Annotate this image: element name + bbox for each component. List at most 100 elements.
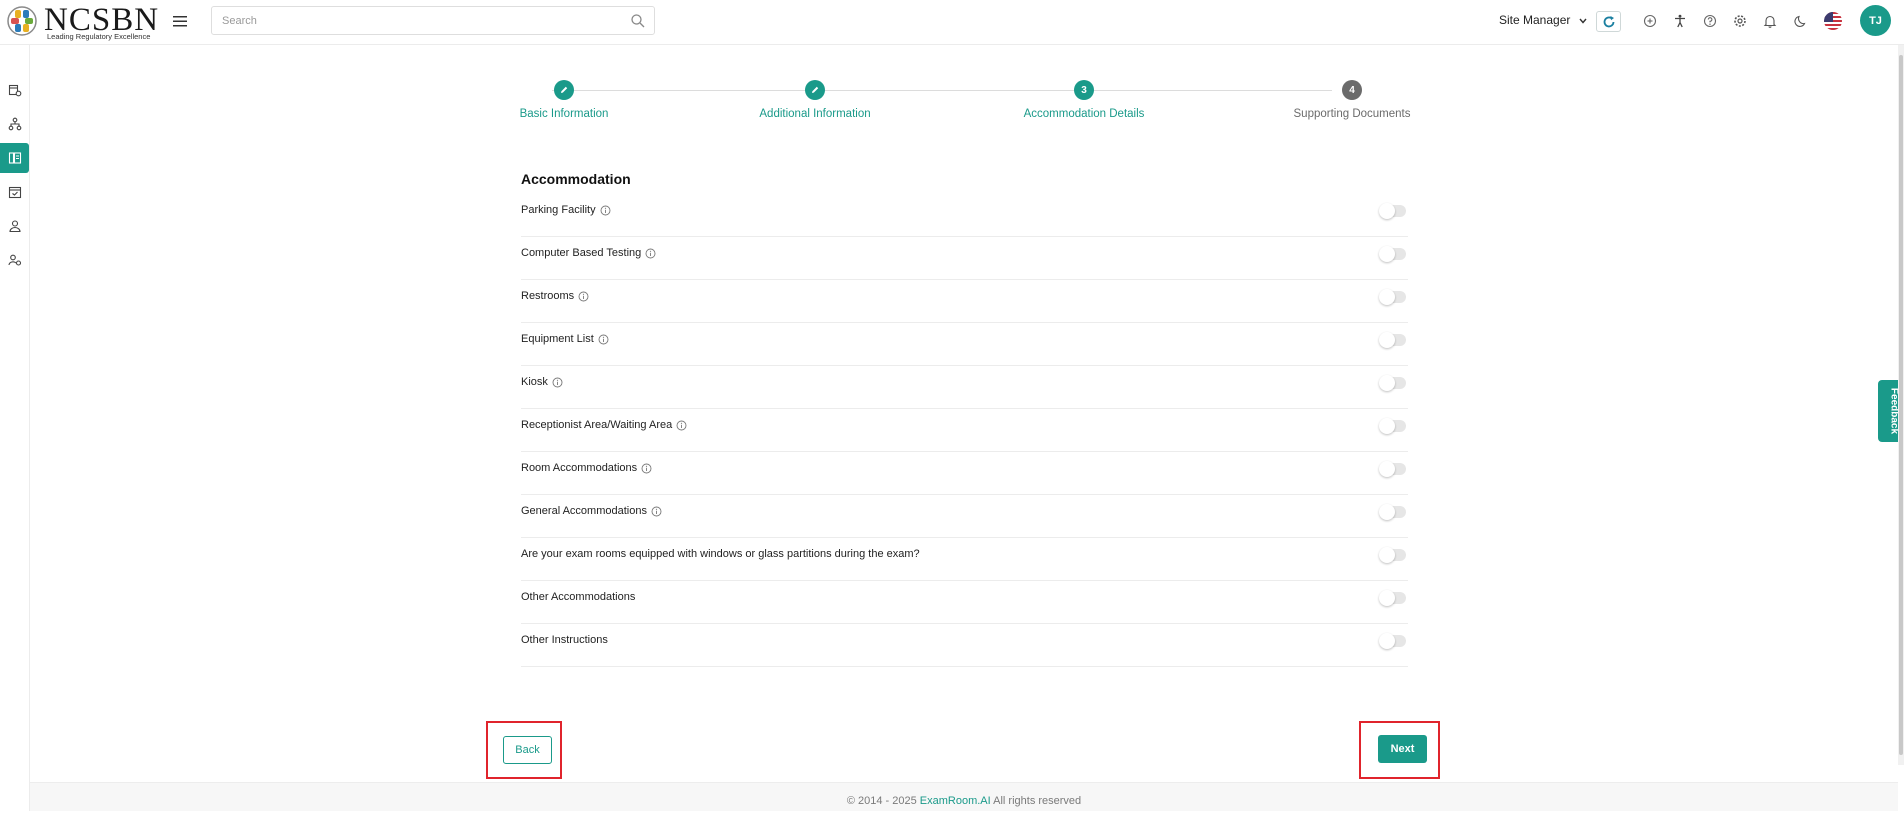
list-item: Equipment List bbox=[521, 323, 1408, 366]
scrollbar-thumb[interactable] bbox=[1899, 55, 1903, 755]
step-additional-information[interactable]: Additional Information bbox=[759, 80, 871, 120]
next-button[interactable]: Next bbox=[1378, 735, 1427, 763]
accommodation-label: Restrooms bbox=[521, 290, 589, 302]
accommodation-label: General Accommodations bbox=[521, 505, 662, 517]
logo-tagline: Leading Regulatory Excellence bbox=[47, 32, 151, 41]
info-icon[interactable] bbox=[676, 420, 687, 431]
pencil-icon bbox=[812, 86, 819, 93]
sidebar-item-hierarchy[interactable] bbox=[0, 109, 29, 139]
top-header: NCSBN Leading Regulatory Excellence Site… bbox=[0, 0, 1904, 45]
sidebar bbox=[0, 45, 30, 811]
computer-based-testing-toggle[interactable] bbox=[1379, 246, 1406, 262]
restrooms-toggle[interactable] bbox=[1379, 289, 1406, 305]
hamburger-menu-icon[interactable] bbox=[172, 13, 190, 29]
footer-brand-link[interactable]: ExamRoom.AI bbox=[920, 795, 991, 807]
info-icon[interactable] bbox=[641, 463, 652, 474]
list-item: Computer Based Testing bbox=[521, 237, 1408, 280]
accommodation-label-text: General Accommodations bbox=[521, 505, 647, 517]
pencil-icon bbox=[561, 86, 568, 93]
accommodation-label: Other Accommodations bbox=[521, 591, 635, 603]
site-list-icon bbox=[8, 152, 21, 164]
sidebar-item-users[interactable] bbox=[0, 211, 29, 241]
step-label: Accommodation Details bbox=[1023, 108, 1145, 120]
bell-icon[interactable] bbox=[1761, 12, 1779, 30]
back-button[interactable]: Back bbox=[503, 736, 552, 764]
step-number: 3 bbox=[1074, 80, 1094, 100]
search-icon[interactable] bbox=[630, 13, 646, 29]
settings-icon[interactable] bbox=[1731, 12, 1749, 30]
chevron-down-icon bbox=[1579, 18, 1587, 24]
accommodation-label: Other Instructions bbox=[521, 634, 608, 646]
footer-copyright: © 2014 - 2025 bbox=[846, 795, 920, 807]
moon-icon[interactable] bbox=[1792, 12, 1810, 30]
plus-circle-icon[interactable] bbox=[1641, 12, 1659, 30]
accommodation-label: Computer Based Testing bbox=[521, 247, 656, 259]
accommodation-label-text: Kiosk bbox=[521, 376, 548, 388]
equipment-list-toggle[interactable] bbox=[1379, 332, 1406, 348]
other-accommodations-toggle[interactable] bbox=[1379, 590, 1406, 606]
step-label: Additional Information bbox=[759, 108, 871, 120]
kiosk-toggle[interactable] bbox=[1379, 375, 1406, 391]
ncsbn-logo[interactable]: NCSBN Leading Regulatory Excellence bbox=[6, 2, 158, 42]
info-icon[interactable] bbox=[651, 506, 662, 517]
refresh-button[interactable] bbox=[1596, 11, 1621, 32]
footer: © 2014 - 2025 ExamRoom.AI All rights res… bbox=[30, 782, 1898, 811]
step-basic-information[interactable]: Basic Information bbox=[520, 80, 608, 120]
section-title: Accommodation bbox=[521, 171, 631, 187]
list-item: Other Accommodations bbox=[521, 581, 1408, 624]
accommodation-label: Receptionist Area/Waiting Area bbox=[521, 419, 687, 431]
calendar-check-icon bbox=[8, 186, 21, 199]
accommodation-label-text: Other Instructions bbox=[521, 634, 608, 646]
info-icon[interactable] bbox=[578, 291, 589, 302]
sidebar-item-user-settings[interactable] bbox=[0, 245, 29, 275]
step-label: Supporting Documents bbox=[1293, 108, 1411, 120]
other-instructions-toggle[interactable] bbox=[1379, 633, 1406, 649]
list-item: Other Instructions bbox=[521, 624, 1408, 667]
info-icon[interactable] bbox=[598, 334, 609, 345]
step-label: Basic Information bbox=[519, 108, 609, 120]
info-icon[interactable] bbox=[645, 248, 656, 259]
exam-room-windows-toggle[interactable] bbox=[1379, 547, 1406, 563]
accommodation-label-text: Receptionist Area/Waiting Area bbox=[521, 419, 673, 431]
step-supporting-documents[interactable]: 4 Supporting Documents bbox=[1293, 80, 1411, 120]
accommodation-label-text: Parking Facility bbox=[521, 204, 596, 216]
accommodation-label-text: Room Accommodations bbox=[521, 462, 638, 474]
accommodation-label: Are your exam rooms equipped with window… bbox=[521, 548, 920, 560]
step-accommodation-details[interactable]: 3 Accommodation Details bbox=[1024, 80, 1144, 120]
receptionist-area-toggle[interactable] bbox=[1379, 418, 1406, 434]
accommodation-label: Equipment List bbox=[521, 333, 609, 345]
us-flag-icon[interactable] bbox=[1824, 12, 1842, 30]
list-item: Restrooms bbox=[521, 280, 1408, 323]
sidebar-item-site-list[interactable] bbox=[0, 143, 29, 173]
list-item: Receptionist Area/Waiting Area bbox=[521, 409, 1408, 452]
search-box bbox=[211, 6, 655, 35]
logo-mark-icon bbox=[7, 6, 37, 36]
list-item: Kiosk bbox=[521, 366, 1408, 409]
user-icon bbox=[8, 220, 21, 233]
list-item: General Accommodations bbox=[521, 495, 1408, 538]
general-accommodations-toggle[interactable] bbox=[1379, 504, 1406, 520]
calendar-settings-icon bbox=[8, 84, 21, 97]
accessibility-icon[interactable] bbox=[1671, 12, 1689, 30]
room-accommodations-toggle[interactable] bbox=[1379, 461, 1406, 477]
sidebar-item-calendar[interactable] bbox=[0, 177, 29, 207]
accommodation-label: Kiosk bbox=[521, 376, 563, 388]
list-item: Parking Facility bbox=[521, 194, 1408, 237]
footer-rights: All rights reserved bbox=[990, 795, 1082, 807]
sidebar-item-calendar-settings[interactable] bbox=[0, 75, 29, 105]
step-number: 4 bbox=[1342, 80, 1362, 100]
info-icon[interactable] bbox=[600, 205, 611, 216]
accommodation-label-text: Other Accommodations bbox=[521, 591, 636, 603]
help-icon[interactable] bbox=[1701, 12, 1719, 30]
accommodation-label-text: Restrooms bbox=[521, 290, 575, 302]
accommodation-label-text: Equipment List bbox=[521, 333, 594, 345]
search-input[interactable] bbox=[222, 7, 612, 34]
role-selector[interactable]: Site Manager bbox=[1499, 13, 1587, 27]
user-avatar[interactable]: TJ bbox=[1860, 5, 1891, 36]
info-icon[interactable] bbox=[552, 377, 563, 388]
step-completed-marker bbox=[805, 80, 825, 100]
accommodation-label: Parking Facility bbox=[521, 204, 611, 216]
accommodation-label-text: Computer Based Testing bbox=[521, 247, 642, 259]
list-item: Are your exam rooms equipped with window… bbox=[521, 538, 1408, 581]
parking-facility-toggle[interactable] bbox=[1379, 203, 1406, 219]
